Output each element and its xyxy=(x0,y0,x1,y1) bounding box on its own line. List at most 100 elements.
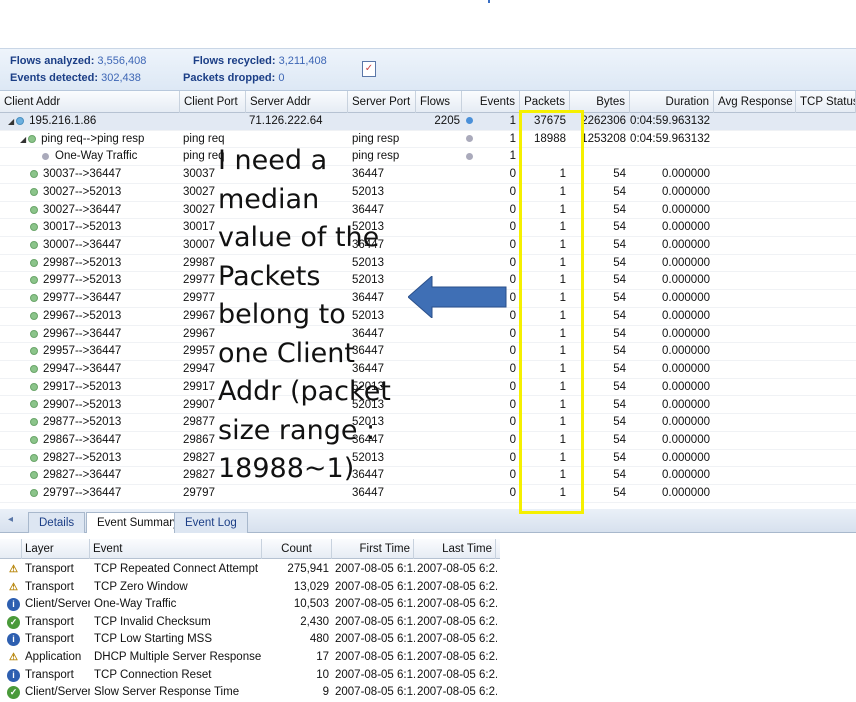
col-duration[interactable]: Duration xyxy=(630,91,714,113)
flow-status-icon xyxy=(30,453,38,462)
table-row[interactable]: 29797-->36447 29797 36447 0 1 54 0.000000 xyxy=(0,485,856,503)
cell-flows xyxy=(416,397,460,414)
col-avg-response[interactable]: Avg Response ... xyxy=(714,91,796,113)
cell-client-addr: 29987-->52013 xyxy=(30,255,180,272)
cell-event: TCP Zero Window xyxy=(94,580,188,593)
client-addr-text: 30017-->52013 xyxy=(43,221,122,234)
client-addr-text: 29907-->52013 xyxy=(43,398,122,411)
cell-first-time: 2007-08-05 6:1... xyxy=(335,563,415,575)
table-row[interactable]: 29917-->52013 29917 52013 0 1 54 0.000000 xyxy=(0,379,856,397)
col-event[interactable]: Event xyxy=(90,539,262,559)
cell-flows xyxy=(416,131,460,148)
event-row[interactable]: ⚠ Transport TCP Repeated Connect Attempt 27… xyxy=(0,561,500,579)
cell-event: Slow Server Response Time xyxy=(94,686,240,699)
clipboard-icon[interactable]: ✓ xyxy=(362,61,376,77)
cell-duration: 0.000000 xyxy=(662,292,710,305)
table-row[interactable]: 29987-->52013 29987 52013 0 1 54 0.000000 xyxy=(0,255,856,273)
cell-first-time: 2007-08-05 6:1... xyxy=(335,651,415,663)
col-events[interactable]: Events xyxy=(462,91,520,113)
cell-client-addr: One-Way Traffic xyxy=(42,148,180,165)
cell-flows xyxy=(416,255,460,272)
table-row[interactable]: 29867-->36447 29867 36447 0 1 54 0.000000 xyxy=(0,432,856,450)
cell-client-addr: 29827-->36447 xyxy=(30,467,180,484)
cell-flows xyxy=(416,166,460,183)
cell-events: 0 xyxy=(509,203,516,216)
cell-flows xyxy=(416,467,460,484)
table-row[interactable]: 29957-->36447 29957 36447 0 1 54 0.000000 xyxy=(0,343,856,362)
tab-details[interactable]: Details xyxy=(28,512,86,533)
table-row[interactable]: 30037-->36447 30037 36447 0 1 54 0.000000 xyxy=(0,166,856,184)
col-layer[interactable]: Layer xyxy=(22,539,90,559)
expand-triangle-icon[interactable]: ◢ xyxy=(8,117,14,126)
table-row[interactable]: 29967-->36447 29967 36447 0 1 54 0.000000 xyxy=(0,326,856,344)
client-addr-text: 30027-->52013 xyxy=(43,185,122,198)
client-addr-text: 29797-->36447 xyxy=(43,487,122,500)
cell-events: 1 xyxy=(509,115,516,127)
cell-events: 0 xyxy=(509,345,516,358)
cell-events: 0 xyxy=(509,221,516,234)
cell-client-addr: 29977-->52013 xyxy=(30,272,180,289)
client-addr-text: 30027-->36447 xyxy=(43,203,122,216)
cell-first-time: 2007-08-05 6:1... xyxy=(335,668,415,681)
cell-events: 0 xyxy=(509,168,516,181)
event-row[interactable]: i Transport TCP Low Starting MSS 480 2007-08… xyxy=(0,631,500,649)
client-addr-text: 29877-->52013 xyxy=(43,416,122,429)
table-row[interactable]: ◢ 195.216.1.86 71.126.222.64 2205 1 37675 2262… xyxy=(0,113,856,131)
flows-recycled: Flows recycled: 3,211,408 xyxy=(193,55,327,67)
col-last-time[interactable]: Last Time xyxy=(414,539,496,559)
client-addr-text: 195.216.1.86 xyxy=(29,115,97,127)
table-row[interactable]: One-Way Traffic ping req ping resp 1 xyxy=(0,148,856,167)
event-row[interactable]: i Client/Server One-Way Traffic 10,503 2007-… xyxy=(0,596,500,614)
flow-status-icon xyxy=(30,365,38,374)
cell-last-time: 2007-08-05 6:2... xyxy=(417,580,497,593)
col-first-time[interactable]: First Time xyxy=(332,539,414,559)
table-row[interactable]: 29827-->52013 29827 52013 0 1 54 0.000000 xyxy=(0,450,856,468)
table-row[interactable]: 29877-->52013 29877 52013 0 1 54 0.000000 xyxy=(0,414,856,432)
cell-events: 0 xyxy=(509,256,516,269)
cell-count: 17 xyxy=(316,651,329,663)
cell-event: TCP Low Starting MSS xyxy=(94,633,213,646)
table-row[interactable]: 29907-->52013 29907 52013 0 1 54 0.000000 xyxy=(0,397,856,415)
col-count[interactable]: Count xyxy=(262,539,332,559)
cell-events: 0 xyxy=(509,416,516,429)
table-row[interactable]: 29947-->36447 29947 36447 0 1 54 0.000000 xyxy=(0,361,856,379)
event-row[interactable]: ⚠ Transport TCP Zero Window 13,029 2007-08-0… xyxy=(0,579,500,597)
cell-duration: 0.000000 xyxy=(662,433,710,446)
cell-duration: 0.000000 xyxy=(662,309,710,322)
cell-layer: Client/Server xyxy=(25,686,90,699)
cell-client-addr: 29877-->52013 xyxy=(30,414,180,431)
tab-event-log[interactable]: Event Log xyxy=(174,512,248,533)
cell-client-addr: ◢ ping req-->ping resp xyxy=(20,131,180,148)
table-row[interactable]: 29827-->36447 29827 36447 0 1 54 0.000000 xyxy=(0,467,856,486)
cell-client-addr: 29967-->36447 xyxy=(30,326,180,343)
expand-triangle-icon[interactable]: ◢ xyxy=(20,135,26,144)
event-row[interactable]: ⚠ Application DHCP Multiple Server Respons… xyxy=(0,649,500,667)
event-row[interactable]: ✓ Transport TCP Invalid Checksum 2,430 2007-… xyxy=(0,614,500,632)
table-row[interactable]: 30027-->36447 30027 36447 0 1 54 0.000000 xyxy=(0,202,856,220)
col-tcp-status[interactable]: TCP Status xyxy=(796,91,856,113)
cell-duration: 0.000000 xyxy=(662,168,710,181)
flow-status-icon xyxy=(30,329,38,338)
table-row[interactable]: 30017-->52013 30017 52013 0 1 54 0.000000 xyxy=(0,219,856,237)
cell-flows xyxy=(416,219,460,236)
event-row[interactable]: i Transport TCP Connection Reset 10 2007-08-… xyxy=(0,667,500,685)
col-flows[interactable]: Flows xyxy=(416,91,462,113)
table-row[interactable]: ◢ ping req-->ping resp ping req ping resp 1 1… xyxy=(0,131,856,149)
cell-events: 0 xyxy=(509,469,516,482)
col-client-port[interactable]: Client Port xyxy=(180,91,246,113)
cell-event: One-Way Traffic xyxy=(94,598,177,611)
cell-client-addr: 30027-->36447 xyxy=(30,202,180,219)
cell-flows xyxy=(416,326,460,343)
cell-duration: 0.000000 xyxy=(662,327,710,340)
event-row[interactable]: ✓ Client/Server Slow Server Response Time 9… xyxy=(0,684,500,702)
cell-client-port xyxy=(183,113,245,130)
cell-count: 9 xyxy=(322,686,329,699)
event-indicator-icon xyxy=(466,113,476,130)
scroll-left-icon[interactable]: ◂ xyxy=(8,514,13,525)
col-client-addr[interactable]: Client Addr xyxy=(0,91,180,113)
col-server-addr[interactable]: Server Addr xyxy=(246,91,348,113)
col-server-port[interactable]: Server Port xyxy=(348,91,416,113)
cell-flows xyxy=(416,414,460,431)
table-row[interactable]: 30027-->52013 30027 52013 0 1 54 0.000000 xyxy=(0,184,856,202)
table-row[interactable]: 30007-->36447 30007 36447 0 1 54 0.000000 xyxy=(0,237,856,255)
